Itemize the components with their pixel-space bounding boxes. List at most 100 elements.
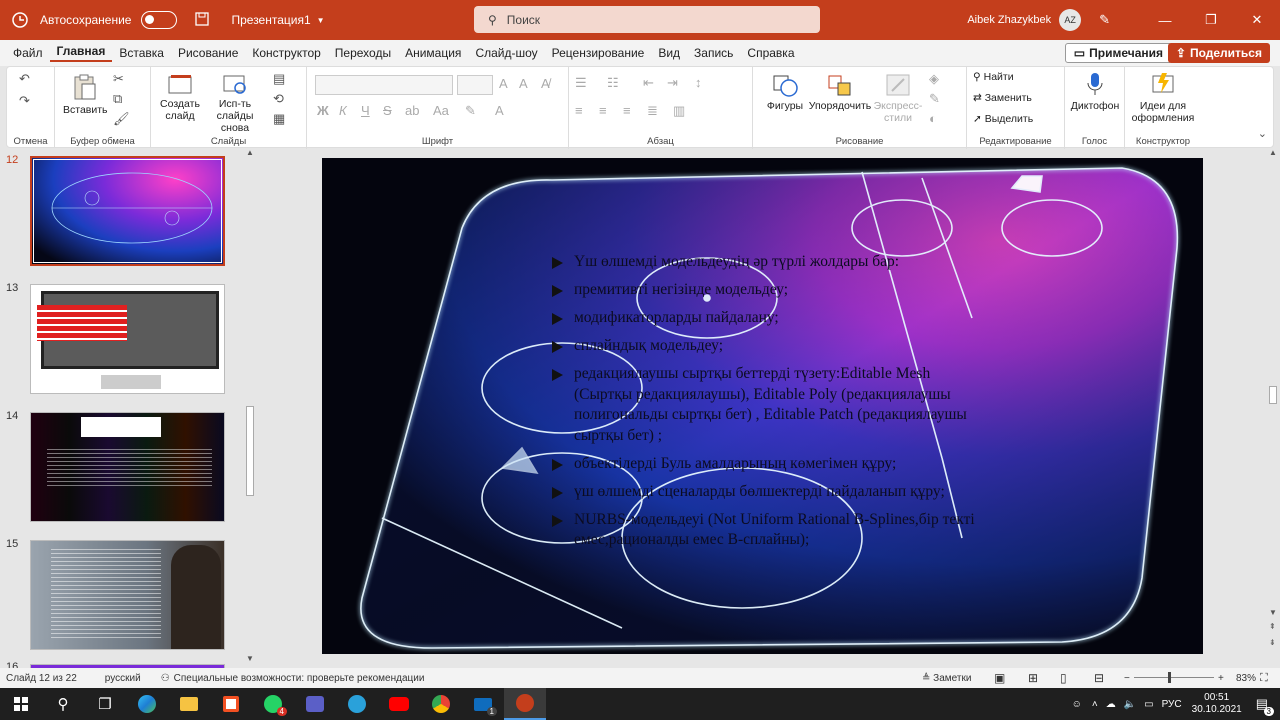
restore-button[interactable]: ❐ <box>1188 12 1234 28</box>
zoom-out-icon[interactable]: − <box>1124 673 1130 684</box>
redo-icon[interactable]: ↷ <box>19 93 30 109</box>
arrange-button[interactable]: Упорядочить <box>807 73 873 112</box>
autosave-toggle[interactable] <box>141 11 178 29</box>
teams-icon[interactable] <box>294 688 336 720</box>
tab-draw[interactable]: Рисование <box>171 46 245 60</box>
char-spacing-icon[interactable]: ab <box>405 103 419 118</box>
underline-button[interactable]: Ч <box>361 103 370 118</box>
search-icon[interactable]: ⚲ <box>42 688 84 720</box>
slideshow-icon[interactable]: ⊟ <box>1094 671 1104 685</box>
slide-thumbnail-12[interactable] <box>30 156 225 266</box>
avatar[interactable]: AZ <box>1059 9 1082 31</box>
tab-design[interactable]: Конструктор <box>245 46 327 60</box>
reuse-slides-button[interactable]: Исп-ть слайды снова <box>203 73 267 134</box>
font-grow-icon[interactable]: A <box>499 76 508 91</box>
zoom-slider[interactable] <box>1134 672 1214 683</box>
font-size-field[interactable] <box>457 75 493 95</box>
input-language[interactable]: РУС <box>1162 699 1182 710</box>
minimize-button[interactable]: — <box>1142 13 1188 28</box>
save-icon[interactable] <box>195 11 210 29</box>
scroll-down-icon[interactable]: ▼ <box>1269 608 1277 617</box>
shape-effects-icon[interactable]: ◐ <box>929 111 937 126</box>
scrollbar-thumb[interactable] <box>246 406 254 496</box>
tab-home[interactable]: Главная <box>49 44 113 62</box>
reading-view-icon[interactable]: ▯ <box>1060 671 1067 685</box>
share-button[interactable]: ⇪ Поделиться <box>1167 43 1270 63</box>
cut-icon[interactable]: ✂ <box>113 71 124 87</box>
highlight-icon[interactable]: ✎ <box>465 103 476 119</box>
zoom-level[interactable]: 83% <box>1236 673 1256 684</box>
scroll-up-icon[interactable]: ▲ <box>246 148 254 157</box>
slide-bullet-list[interactable]: Үш өлшемді модельдеудің әр түрлі жолдары… <box>552 252 992 558</box>
pen-icon[interactable]: ✎ <box>1099 12 1110 28</box>
line-spacing-icon[interactable]: ↕ <box>695 75 702 90</box>
shape-outline-icon[interactable]: ✎ <box>929 91 940 107</box>
shapes-button[interactable]: Фигуры <box>763 73 807 112</box>
telegram-icon[interactable] <box>336 688 378 720</box>
editor-scrollbar[interactable]: ▲ ▼ ⇞ ⇟ <box>1266 148 1280 668</box>
language-indicator[interactable]: русский <box>105 673 141 684</box>
font-color-icon[interactable]: A <box>495 103 504 118</box>
section-icon[interactable]: ▦ <box>273 111 285 127</box>
change-case-icon[interactable]: Aa <box>433 103 449 118</box>
tab-slideshow[interactable]: Слайд-шоу <box>468 46 544 60</box>
collapse-ribbon-icon[interactable]: ⌄ <box>1258 127 1267 140</box>
whatsapp-icon[interactable]: 4 <box>252 688 294 720</box>
chrome-icon[interactable] <box>420 688 462 720</box>
slide-sorter-icon[interactable]: ⊞ <box>1028 671 1038 685</box>
tab-view[interactable]: Вид <box>651 46 687 60</box>
decrease-indent-icon[interactable]: ⇤ <box>643 75 654 91</box>
chevron-down-icon[interactable]: ▼ <box>317 16 325 25</box>
notes-button[interactable]: ≜ Заметки <box>922 673 971 684</box>
paste-button[interactable]: Вставить <box>63 73 108 116</box>
store-icon[interactable] <box>210 688 252 720</box>
tab-insert[interactable]: Вставка <box>112 46 171 60</box>
tab-review[interactable]: Рецензирование <box>545 46 652 60</box>
powerpoint-icon[interactable] <box>504 688 546 720</box>
align-left-icon[interactable]: ≡ <box>575 103 583 118</box>
columns-icon[interactable]: ▥ <box>673 103 685 119</box>
layout-icon[interactable]: ▤ <box>273 71 285 87</box>
windows-start-icon[interactable] <box>0 688 42 720</box>
task-view-icon[interactable]: ❐ <box>84 688 126 720</box>
format-painter-icon[interactable]: 🖌 <box>113 111 130 127</box>
tab-file[interactable]: Файл <box>6 46 50 60</box>
tab-transitions[interactable]: Переходы <box>328 46 398 60</box>
bold-button[interactable]: Ж <box>317 103 329 118</box>
document-title[interactable]: Презентация1 <box>231 13 310 27</box>
italic-button[interactable]: К <box>339 103 347 118</box>
volume-icon[interactable]: 🔈 <box>1124 699 1136 710</box>
user-name[interactable]: Aibek Zhazykbek <box>967 14 1051 26</box>
person-icon[interactable]: ☺ <box>1072 699 1082 710</box>
mail-icon[interactable]: 1 <box>462 688 504 720</box>
network-icon[interactable]: ▭ <box>1144 699 1153 710</box>
design-ideas-button[interactable]: Идеи для оформления <box>1129 71 1197 124</box>
bullets-icon[interactable]: ☰ <box>575 75 587 91</box>
fit-to-window-icon[interactable]: ⛶ <box>1260 672 1268 685</box>
slide-thumbnail-14[interactable] <box>30 412 225 522</box>
slide-thumbnail-13[interactable] <box>30 284 225 394</box>
tab-help[interactable]: Справка <box>740 46 801 60</box>
youtube-icon[interactable] <box>378 688 420 720</box>
slide-canvas[interactable]: Үш өлшемді модельдеудің әр түрлі жолдары… <box>322 158 1203 654</box>
scroll-up-icon[interactable]: ▲ <box>1269 148 1277 157</box>
font-shrink-icon[interactable]: A <box>519 76 528 91</box>
numbering-icon[interactable]: ☷ <box>607 75 619 91</box>
strikethrough-button[interactable]: S <box>383 103 392 118</box>
font-name-field[interactable] <box>315 75 453 95</box>
scroll-down-icon[interactable]: ▼ <box>246 654 254 663</box>
chevron-up-icon[interactable]: ˄ <box>1092 699 1098 710</box>
quick-styles-button[interactable]: Экспресс-стили <box>873 73 923 124</box>
shape-fill-icon[interactable]: ◈ <box>929 71 939 87</box>
clear-format-icon[interactable]: A̸ <box>541 76 550 91</box>
thumbnails-scrollbar[interactable]: ▲ ▼ <box>243 148 257 668</box>
scrollbar-thumb[interactable] <box>1269 386 1277 404</box>
dictate-button[interactable]: Диктофон <box>1069 71 1121 112</box>
accessibility-status[interactable]: Специальные возможности: проверьте реком… <box>174 673 425 684</box>
undo-icon[interactable]: ↶ <box>19 71 30 87</box>
align-right-icon[interactable]: ≡ <box>623 103 631 118</box>
edge-icon[interactable] <box>126 688 168 720</box>
tab-record[interactable]: Запись <box>687 46 740 60</box>
reset-icon[interactable]: ⟲ <box>273 91 284 107</box>
comments-button[interactable]: ▭ Примечания <box>1064 43 1172 63</box>
